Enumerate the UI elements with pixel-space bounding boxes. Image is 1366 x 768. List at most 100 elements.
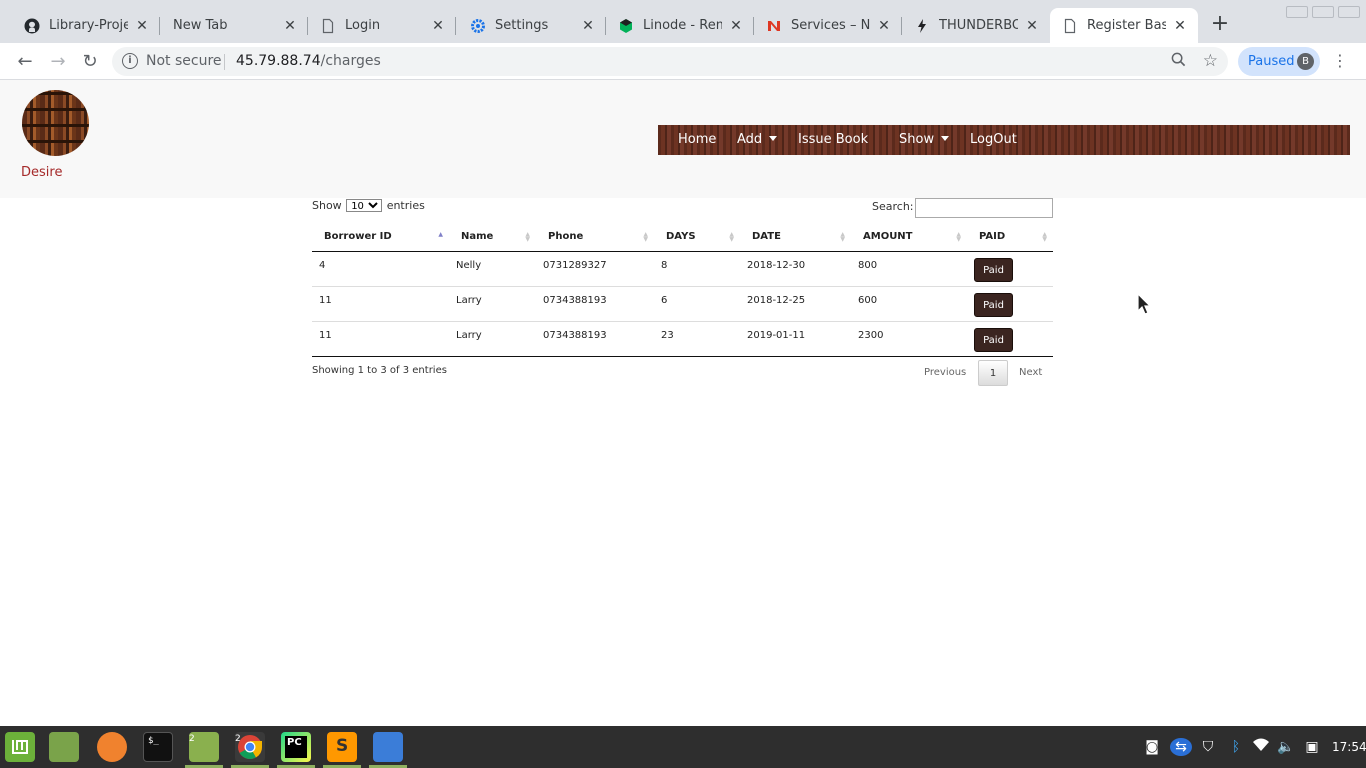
paid-button[interactable]: Paid xyxy=(974,292,1013,317)
entries-label: entries xyxy=(386,199,425,212)
browser-tab-strip: Library-Project ✕ New Tab ✕ Login ✕ Sett… xyxy=(0,0,1366,43)
profile-paused-button[interactable]: Paused B xyxy=(1238,47,1320,76)
screenshot-camera-icon[interactable] xyxy=(373,732,403,762)
cell-amount: 600 xyxy=(851,286,967,322)
tab-title: New Tab xyxy=(173,18,228,33)
bluetooth-icon[interactable]: ᛒ xyxy=(1227,738,1245,756)
window-count-badge: 2 xyxy=(189,734,195,744)
nav-show[interactable]: Show xyxy=(899,125,950,155)
nav-show-label: Show xyxy=(899,132,935,147)
sort-both-icon: ▲ ▼ xyxy=(840,231,845,243)
search-input[interactable] xyxy=(915,198,1053,218)
mint-menu-icon[interactable] xyxy=(5,732,35,762)
tab-linode[interactable]: Linode - Remote ✕ xyxy=(606,8,754,43)
page-icon xyxy=(320,18,336,34)
close-icon[interactable]: ✕ xyxy=(728,18,744,34)
page-icon xyxy=(1062,18,1078,34)
camera-tray-icon[interactable]: ◙ xyxy=(1143,738,1161,756)
nav-add[interactable]: Add xyxy=(737,125,778,155)
zoom-magnifier-icon[interactable] xyxy=(1171,52,1186,71)
pycharm-icon[interactable]: PC xyxy=(281,732,311,762)
url-text[interactable]: 45.79.88.74/charges xyxy=(236,53,381,69)
sublime-glyph-icon: S xyxy=(336,736,349,756)
show-desktop-icon[interactable] xyxy=(49,732,79,762)
next-page-button[interactable]: Next xyxy=(1019,360,1042,386)
tab-services[interactable]: Services – Name ✕ xyxy=(754,8,902,43)
column-header-amount[interactable]: AMOUNT ▲ ▼ xyxy=(851,223,967,252)
teamviewer-icon[interactable]: ⇆ xyxy=(1170,738,1192,756)
new-tab-plus-icon[interactable]: + xyxy=(1209,13,1231,36)
cell-borrower-id: 4 xyxy=(312,251,449,287)
close-icon[interactable]: ✕ xyxy=(580,18,596,34)
terminal-icon[interactable]: $_ xyxy=(143,732,173,762)
close-icon[interactable]: ✕ xyxy=(1024,18,1040,34)
firefox-icon[interactable] xyxy=(97,732,127,762)
close-icon[interactable]: ✕ xyxy=(876,18,892,34)
column-header-borrower-id[interactable]: Borrower ID ▲ xyxy=(312,223,449,252)
close-icon[interactable]: ✕ xyxy=(282,18,298,34)
column-header-paid[interactable]: PAID ▲ ▼ xyxy=(967,223,1053,252)
address-bar[interactable]: i Not secure 45.79.88.74/charges ☆ xyxy=(112,47,1228,76)
sublime-text-icon[interactable]: S xyxy=(327,732,357,762)
nav-home[interactable]: Home xyxy=(678,125,716,155)
tab-library-project[interactable]: Library-Project ✕ xyxy=(12,8,160,43)
files-icon[interactable]: 2 xyxy=(189,732,219,762)
page-1-button[interactable]: 1 xyxy=(978,360,1008,386)
tab-title: Services – Name xyxy=(791,18,870,33)
tab-new-tab[interactable]: New Tab ✕ xyxy=(160,8,308,43)
column-label: Borrower ID xyxy=(324,231,392,243)
column-header-days[interactable]: DAYS ▲ ▼ xyxy=(654,223,740,252)
page-length-select[interactable]: 10 xyxy=(346,199,383,212)
tab-login[interactable]: Login ✕ xyxy=(308,8,456,43)
tab-title: Login xyxy=(345,18,381,33)
tab-thunderbolt[interactable]: THUNDERBOLT ✕ xyxy=(902,8,1050,43)
wifi-icon[interactable] xyxy=(1252,738,1270,756)
maximize-window-icon[interactable] xyxy=(1312,6,1334,18)
column-header-name[interactable]: Name ▲ ▼ xyxy=(449,223,536,252)
table-row: 4 Nelly 0731289327 8 2018-12-30 800 Paid xyxy=(312,251,1053,287)
tab-title: Settings xyxy=(495,18,549,33)
column-header-date[interactable]: DATE ▲ ▼ xyxy=(740,223,851,252)
chrome-icon[interactable]: 2 xyxy=(235,732,265,762)
nav-issue-book[interactable]: Issue Book xyxy=(798,125,868,155)
tab-register-base[interactable]: Register Base ✕ xyxy=(1050,8,1198,43)
paid-button[interactable]: Paid xyxy=(974,257,1013,282)
clock[interactable]: 17:54 xyxy=(1332,740,1366,754)
url-host: 45.79.88.74 xyxy=(236,53,321,69)
column-label: PAID xyxy=(979,231,1006,243)
paid-button[interactable]: Paid xyxy=(974,327,1013,352)
sort-both-icon: ▲ ▼ xyxy=(729,231,734,243)
close-icon[interactable]: ✕ xyxy=(1172,18,1188,34)
volume-icon[interactable]: 🔈 xyxy=(1277,738,1295,756)
tab-settings[interactable]: Settings ✕ xyxy=(458,8,606,43)
cell-date: 2019-01-11 xyxy=(740,321,851,357)
security-label[interactable]: Not secure xyxy=(146,53,222,69)
reload-icon[interactable]: ↻ xyxy=(77,49,103,75)
info-icon[interactable]: i xyxy=(122,53,138,69)
browser-menu-icon[interactable]: ⋮ xyxy=(1330,49,1350,73)
close-icon[interactable]: ✕ xyxy=(134,18,150,34)
forward-arrow-icon[interactable]: → xyxy=(45,49,71,75)
minimize-window-icon[interactable] xyxy=(1286,6,1308,18)
tab-title: Register Base xyxy=(1087,18,1166,33)
previous-page-button[interactable]: Previous xyxy=(924,360,966,386)
shield-icon[interactable]: ⛉ xyxy=(1199,738,1217,756)
url-path: /charges xyxy=(320,53,381,69)
column-header-phone[interactable]: Phone ▲ ▼ xyxy=(536,223,654,252)
page-content: Desire Home Add Issue Book Show LogOut S… xyxy=(0,80,1366,725)
cell-paid: Paid xyxy=(967,286,1053,322)
avatar: B xyxy=(1297,53,1314,70)
cell-date: 2018-12-25 xyxy=(740,286,851,322)
close-icon[interactable]: ✕ xyxy=(430,18,446,34)
bookmark-star-icon[interactable]: ☆ xyxy=(1203,51,1218,71)
library-logo[interactable] xyxy=(22,90,89,156)
close-window-icon[interactable] xyxy=(1338,6,1360,18)
site-brand[interactable]: Desire xyxy=(21,165,62,180)
sort-both-icon: ▲ ▼ xyxy=(525,231,530,243)
nav-logout[interactable]: LogOut xyxy=(970,125,1017,155)
clipboard-icon[interactable]: ▣ xyxy=(1303,738,1321,756)
cell-amount: 2300 xyxy=(851,321,967,357)
tab-separator xyxy=(455,17,456,35)
back-arrow-icon[interactable]: ← xyxy=(12,49,38,75)
desktop-taskbar: $_ 2 2 PC S ◙ ⇆ ⛉ ᛒ 🔈 ▣ 17:54 xyxy=(0,726,1366,768)
